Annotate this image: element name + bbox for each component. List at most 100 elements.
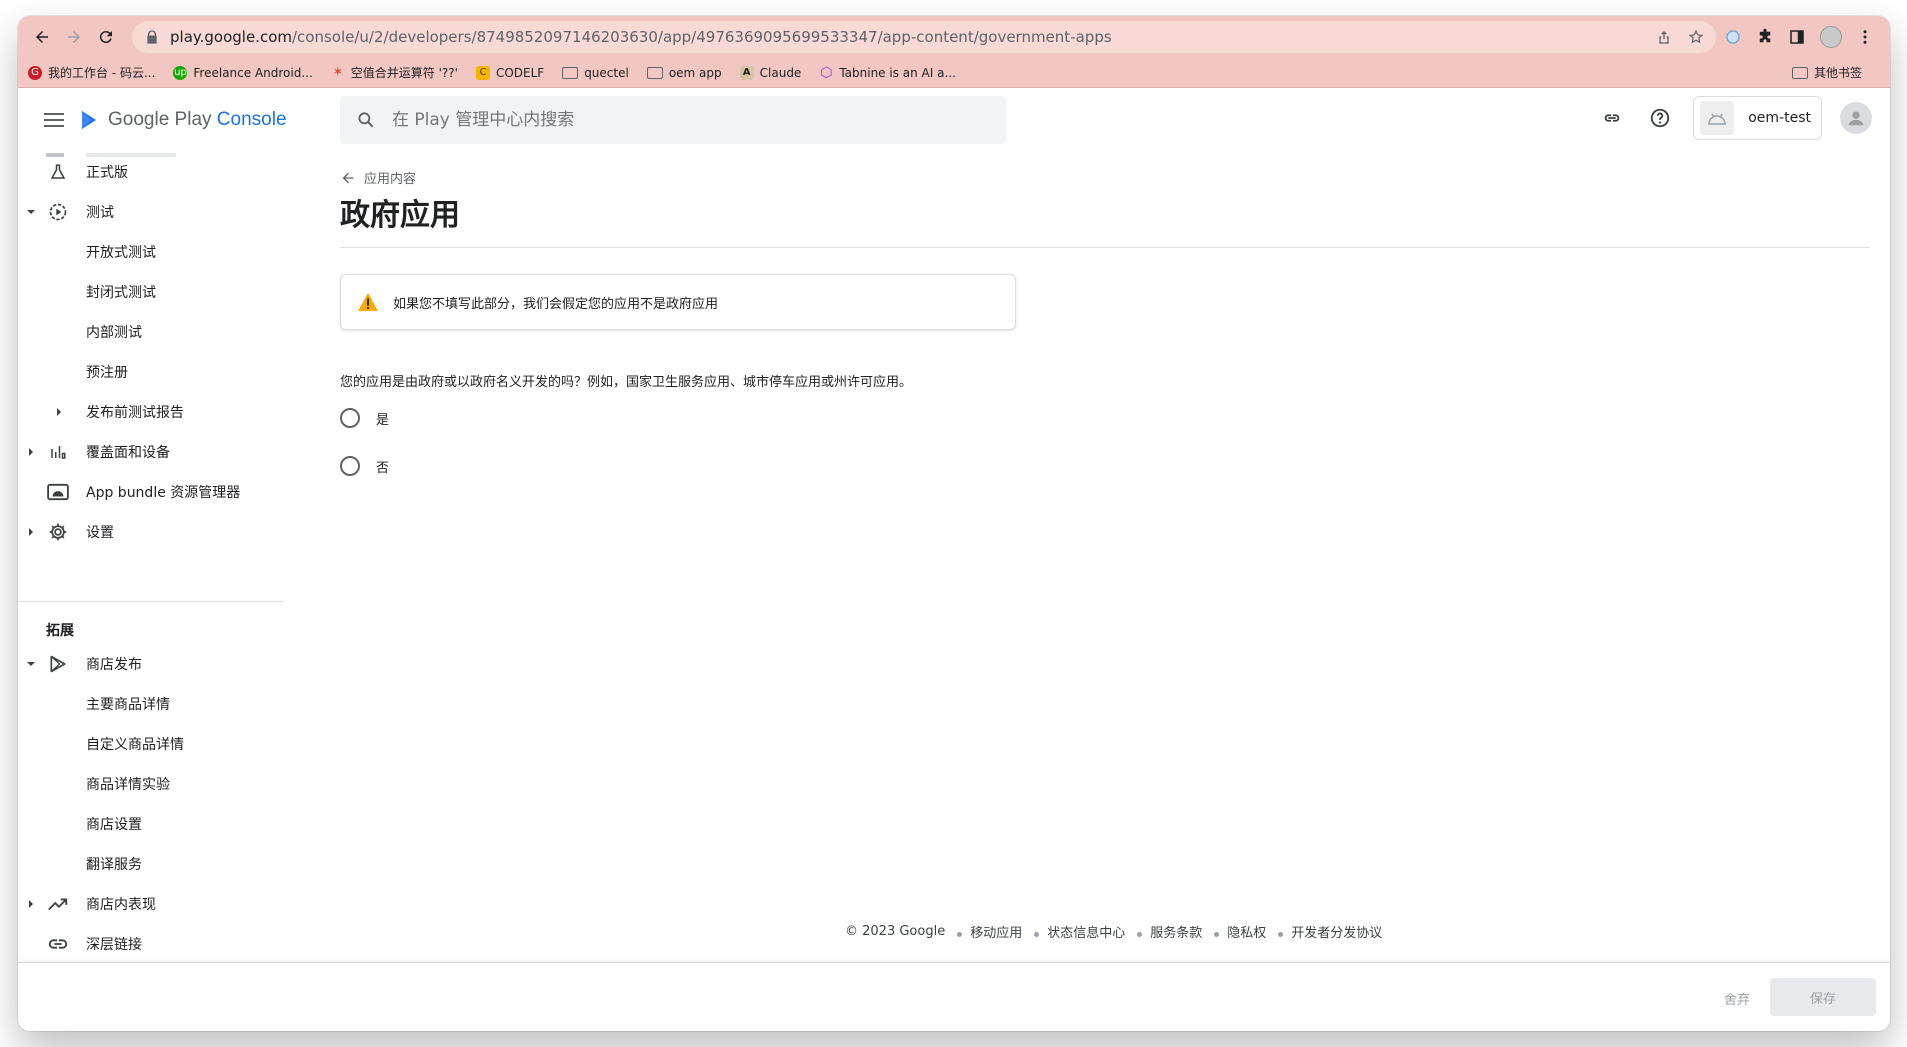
sidebar-item-label: 主要商品详情 bbox=[86, 697, 170, 713]
footer-link-status-dashboard[interactable]: 状态信息中心 bbox=[1047, 922, 1125, 941]
warning-banner: 如果您不填写此部分，我们会假定您的应用不是政府应用 bbox=[340, 274, 1016, 330]
extension-circle-icon[interactable] bbox=[1724, 28, 1742, 46]
sidebar-item-store-performance[interactable]: 商店内表现 bbox=[18, 884, 284, 924]
sidebar-item-custom-store-listing[interactable]: 自定义商品详情 bbox=[18, 724, 284, 764]
separator-dot bbox=[1278, 932, 1284, 937]
separator-dot bbox=[1034, 932, 1040, 937]
footer-links: © 2023 Google 移动应用 状态信息中心 服务条款 隐私权 开发者分发… bbox=[845, 922, 1382, 941]
warning-icon bbox=[358, 292, 378, 312]
android-icon bbox=[46, 480, 70, 504]
sidebar-item-open-testing[interactable]: 开放式测试 bbox=[18, 232, 284, 272]
logo-console-text: Console bbox=[216, 109, 287, 130]
sidebar-item-reach-devices[interactable]: 覆盖面和设备 bbox=[18, 432, 284, 472]
back-link[interactable]: 应用内容 bbox=[340, 168, 416, 187]
bar-chart-icon bbox=[46, 440, 70, 464]
bookmark-item[interactable]: up Freelance Android... bbox=[173, 65, 313, 80]
other-bookmarks[interactable]: 其他书签 bbox=[1791, 64, 1862, 81]
puzzle-icon[interactable] bbox=[1756, 28, 1774, 46]
sidebar-item-translation-service[interactable]: 翻译服务 bbox=[18, 844, 284, 884]
js-icon: ✶ bbox=[332, 65, 344, 80]
sidebar-item-deep-links[interactable]: 深层链接 bbox=[18, 924, 284, 964]
play-console-logo[interactable]: Google Play Console bbox=[78, 108, 287, 132]
sidebar-item-store-listing-experiments[interactable]: 商品详情实验 bbox=[18, 764, 284, 804]
footer-link-terms[interactable]: 服务条款 bbox=[1150, 922, 1202, 941]
sidebar-item-label: App bundle 资源管理器 bbox=[86, 485, 241, 501]
sidebar-item-app-bundle-explorer[interactable]: App bundle 资源管理器 bbox=[18, 472, 284, 512]
browser-toolbar: play.google.com/console/u/2/developers/8… bbox=[18, 16, 1890, 58]
question-text: 您的应用是由政府或以政府名义开发的吗？例如，国家卫生服务应用、城市停车应用或州许… bbox=[340, 375, 913, 390]
footer-link-mobile-app[interactable]: 移动应用 bbox=[970, 922, 1022, 941]
search-box[interactable] bbox=[340, 96, 1006, 144]
sidebar-item-testing[interactable]: 测试 bbox=[18, 192, 284, 232]
bookmark-item[interactable]: A Claude bbox=[739, 65, 801, 80]
bookmark-folder[interactable]: oem app bbox=[646, 66, 722, 80]
sidebar-item-label: 商品详情实验 bbox=[86, 777, 170, 793]
bookmark-item[interactable]: G 我的工作台 - 码云... bbox=[28, 64, 155, 81]
bookmark-label: Tabnine is an AI a... bbox=[839, 65, 956, 80]
help-button[interactable] bbox=[1645, 103, 1675, 133]
warning-text: 如果您不填写此部分，我们会假定您的应用不是政府应用 bbox=[393, 296, 719, 312]
account-avatar[interactable] bbox=[1840, 102, 1872, 134]
reload-button[interactable] bbox=[92, 23, 120, 51]
save-button[interactable]: 保存 bbox=[1770, 978, 1876, 1016]
android-icon bbox=[1700, 101, 1735, 135]
play-store-icon bbox=[46, 652, 70, 676]
sidebar-item-store-presence[interactable]: 商店发布 bbox=[18, 644, 284, 684]
browser-window: play.google.com/console/u/2/developers/8… bbox=[18, 16, 1890, 1031]
person-icon bbox=[1848, 111, 1864, 126]
chevron-right-icon bbox=[26, 447, 36, 457]
bookmark-label: Freelance Android... bbox=[193, 65, 313, 80]
menu-button[interactable] bbox=[42, 108, 66, 132]
sidebar-item-pre-registration[interactable]: 预注册 bbox=[18, 352, 284, 392]
discard-button[interactable]: 舍弃 bbox=[1712, 981, 1762, 1016]
back-button[interactable] bbox=[28, 23, 56, 51]
side-panel-icon[interactable] bbox=[1788, 28, 1806, 46]
sidebar-item-settings[interactable]: 设置 bbox=[18, 512, 284, 552]
radio-button[interactable] bbox=[340, 408, 360, 428]
folder-icon bbox=[1791, 66, 1808, 79]
bookmark-item[interactable]: ✶ 空值合并运算符 '??' bbox=[331, 64, 458, 81]
radio-option-yes[interactable]: 是 bbox=[340, 408, 389, 428]
footer-link-dda[interactable]: 开发者分发协议 bbox=[1291, 922, 1382, 941]
chevron-down-icon bbox=[26, 659, 36, 669]
share-icon[interactable] bbox=[1656, 29, 1672, 45]
app-selector[interactable]: oem-test bbox=[1693, 96, 1822, 140]
sidebar-item-internal-testing[interactable]: 内部测试 bbox=[18, 312, 284, 352]
forward-button[interactable] bbox=[60, 23, 88, 51]
radio-option-no[interactable]: 否 bbox=[340, 456, 389, 476]
separator-dot bbox=[957, 932, 963, 937]
chevron-right-icon bbox=[26, 899, 36, 909]
sidebar-item-main-store-listing[interactable]: 主要商品详情 bbox=[18, 684, 284, 724]
sidebar-item-closed-testing[interactable]: 封闭式测试 bbox=[18, 272, 284, 312]
bookmark-folder[interactable]: quectel bbox=[562, 66, 629, 80]
divider bbox=[340, 247, 1870, 248]
radio-button[interactable] bbox=[340, 456, 360, 476]
action-bar: 舍弃 保存 bbox=[18, 962, 1890, 1031]
sidebar-item-pre-launch-report[interactable]: 发布前测试报告 bbox=[18, 392, 284, 432]
arrow-left-icon bbox=[36, 31, 48, 43]
sidebar-item-production[interactable]: 正式版 bbox=[18, 152, 284, 192]
search-icon bbox=[358, 112, 374, 128]
anthropic-icon: A bbox=[739, 65, 754, 80]
sidebar-item-store-settings[interactable]: 商店设置 bbox=[18, 804, 284, 844]
address-bar[interactable]: play.google.com/console/u/2/developers/8… bbox=[132, 21, 1716, 53]
logo-google-text: Google Play bbox=[108, 109, 212, 130]
arrow-left-icon bbox=[342, 172, 354, 183]
sidebar-item-label: 自定义商品详情 bbox=[86, 737, 184, 753]
sidebar-item-label: 测试 bbox=[86, 205, 114, 221]
sidebar-item-label: 发布前测试报告 bbox=[86, 405, 184, 421]
link-button[interactable] bbox=[1597, 103, 1627, 133]
bookmark-item[interactable]: C CODELF bbox=[475, 65, 544, 80]
star-icon[interactable] bbox=[1688, 29, 1704, 45]
bookmark-label: 空值合并运算符 '??' bbox=[350, 66, 458, 80]
help-icon bbox=[1651, 108, 1670, 128]
footer-link-privacy[interactable]: 隐私权 bbox=[1227, 922, 1266, 941]
reload-icon bbox=[99, 31, 112, 44]
search-input[interactable] bbox=[392, 110, 952, 130]
other-bookmarks-label: 其他书签 bbox=[1813, 66, 1862, 80]
more-vert-icon[interactable] bbox=[1856, 28, 1874, 46]
profile-avatar[interactable] bbox=[1820, 26, 1842, 48]
sidebar-item-label: 覆盖面和设备 bbox=[86, 445, 170, 461]
bookmark-item[interactable]: ⬡ Tabnine is an AI a... bbox=[819, 65, 956, 81]
sidebar-item-label: 开放式测试 bbox=[86, 245, 156, 261]
